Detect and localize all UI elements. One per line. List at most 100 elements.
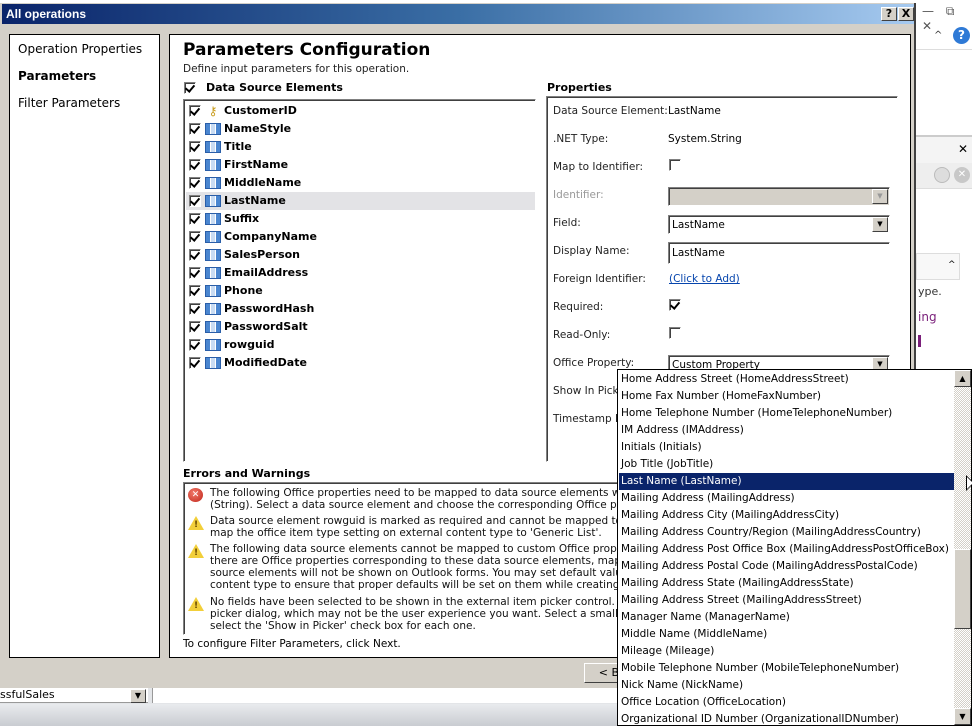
dropdown-option[interactable]: Mailing Address Post Office Box (Mailing… bbox=[619, 541, 955, 558]
dropdown-option[interactable]: Mileage (Mileage) bbox=[619, 643, 955, 660]
column-icon bbox=[205, 249, 221, 261]
background-text: ype. bbox=[918, 285, 942, 298]
page-description: Define input parameters for this operati… bbox=[183, 63, 410, 75]
element-checkbox[interactable] bbox=[189, 267, 201, 279]
data-source-element-row[interactable]: SalesPerson bbox=[186, 246, 535, 264]
column-icon bbox=[205, 339, 221, 351]
add-foreign-identifier-link[interactable]: (Click to Add) bbox=[669, 273, 740, 285]
nav-item-filter-parameters[interactable]: Filter Parameters bbox=[18, 96, 120, 110]
identifier-label: Identifier: bbox=[553, 189, 604, 201]
scroll-down-icon[interactable]: ▼ bbox=[954, 708, 971, 725]
column-icon bbox=[205, 195, 221, 207]
field-combo[interactable]: LastName ▼ bbox=[668, 215, 890, 234]
data-source-elements-label: Data Source Elements bbox=[206, 81, 343, 94]
data-source-elements-list[interactable]: ⚷ CustomerID NameStyle Title FirstName Middle… bbox=[183, 99, 536, 462]
net-type-label: .NET Type: bbox=[553, 133, 609, 145]
read-only-checkbox[interactable] bbox=[669, 327, 681, 339]
data-source-element-row[interactable]: LastName bbox=[186, 192, 535, 210]
stop-icon[interactable]: ✕ bbox=[954, 167, 970, 183]
dropdown-option[interactable]: Last Name (LastName) bbox=[619, 473, 955, 490]
chevron-down-icon[interactable]: ▼ bbox=[872, 217, 888, 232]
element-checkbox[interactable] bbox=[189, 195, 201, 207]
element-label: CustomerID bbox=[224, 104, 297, 117]
data-source-element-row[interactable]: FirstName bbox=[186, 156, 535, 174]
data-source-element-row[interactable]: CompanyName bbox=[186, 228, 535, 246]
dropdown-option[interactable]: Home Fax Number (HomeFaxNumber) bbox=[619, 388, 955, 405]
data-source-element-row[interactable]: PasswordHash bbox=[186, 300, 535, 318]
dropdown-option[interactable]: Office Location (OfficeLocation) bbox=[619, 694, 955, 711]
office-property-dropdown[interactable]: Organizational ID Number (Organizational… bbox=[617, 369, 972, 726]
dropdown-option[interactable]: Nick Name (NickName) bbox=[619, 677, 955, 694]
nav-item-parameters[interactable]: Parameters bbox=[18, 69, 96, 83]
element-checkbox[interactable] bbox=[189, 303, 201, 315]
dropdown-option[interactable]: Home Address Street (HomeAddressStreet) bbox=[619, 371, 955, 388]
dropdown-option[interactable]: Manager Name (ManagerName) bbox=[619, 609, 955, 626]
element-checkbox[interactable] bbox=[189, 231, 201, 243]
dropdown-option[interactable]: Mailing Address (MailingAddress) bbox=[619, 490, 955, 507]
close-button[interactable]: X bbox=[898, 7, 914, 21]
dropdown-option[interactable]: Initials (Initials) bbox=[619, 439, 955, 456]
element-checkbox[interactable] bbox=[189, 123, 201, 135]
column-icon bbox=[205, 159, 221, 171]
element-checkbox[interactable] bbox=[189, 177, 201, 189]
data-source-element-row[interactable]: PasswordSalt bbox=[186, 318, 535, 336]
data-source-element-row[interactable]: MiddleName bbox=[186, 174, 535, 192]
background-link[interactable]: ing bbox=[918, 310, 937, 324]
dropdown-scrollbar[interactable]: ▲ ▼ bbox=[954, 370, 971, 725]
element-checkbox[interactable] bbox=[189, 105, 201, 117]
data-source-element-row[interactable]: Title bbox=[186, 138, 535, 156]
chevron-down-icon[interactable]: ▼ bbox=[130, 689, 146, 703]
chevron-down-icon: ▼ bbox=[872, 189, 888, 204]
nav-item-operation-properties[interactable]: Operation Properties bbox=[18, 42, 142, 56]
help-icon[interactable]: ? bbox=[953, 27, 970, 44]
refresh-icon[interactable] bbox=[934, 167, 950, 183]
scroll-up-icon[interactable]: ▲ bbox=[954, 370, 971, 387]
background-combo[interactable]: ssfulSales bbox=[0, 688, 148, 703]
data-source-element-row[interactable]: ⚷ CustomerID bbox=[186, 102, 535, 120]
element-checkbox[interactable] bbox=[189, 357, 201, 369]
dropdown-option[interactable]: Organizational ID Number (Organizational… bbox=[619, 711, 955, 725]
office-property-label: Office Property: bbox=[553, 357, 635, 369]
dropdown-option[interactable]: Mailing Address Country/Region (MailingA… bbox=[619, 524, 955, 541]
close-pane-icon[interactable]: ✕ bbox=[958, 142, 968, 156]
element-checkbox[interactable] bbox=[189, 213, 201, 225]
element-checkbox[interactable] bbox=[189, 321, 201, 333]
dropdown-option[interactable]: Job Title (JobTitle) bbox=[619, 456, 955, 473]
help-button[interactable]: ? bbox=[881, 7, 897, 21]
map-to-identifier-checkbox[interactable] bbox=[669, 159, 681, 171]
dropdown-option[interactable]: Middle Name (MiddleName) bbox=[619, 626, 955, 643]
select-all-checkbox[interactable] bbox=[184, 82, 196, 94]
dropdown-option[interactable]: Mailing Address State (MailingAddressSta… bbox=[619, 575, 955, 592]
data-source-element-row[interactable]: ModifiedDate bbox=[186, 354, 535, 372]
dropdown-option[interactable]: Mailing Address Street (MailingAddressSt… bbox=[619, 592, 955, 609]
column-icon bbox=[205, 141, 221, 153]
display-name-input[interactable]: LastName bbox=[668, 242, 890, 264]
data-source-element-row[interactable]: rowguid bbox=[186, 336, 535, 354]
dropdown-option[interactable]: Mailing Address Postal Code (MailingAddr… bbox=[619, 558, 955, 575]
dropdown-option[interactable]: Mobile Telephone Number (MobileTelephone… bbox=[619, 660, 955, 677]
errors-warnings-title: Errors and Warnings bbox=[183, 467, 311, 480]
element-label: Phone bbox=[224, 284, 263, 297]
data-source-element-row[interactable]: Suffix bbox=[186, 210, 535, 228]
dropdown-option[interactable]: Home Telephone Number (HomeTelephoneNumb… bbox=[619, 405, 955, 422]
element-checkbox[interactable] bbox=[189, 285, 201, 297]
element-checkbox[interactable] bbox=[189, 159, 201, 171]
identifier-combo: ▼ bbox=[668, 187, 890, 206]
scrollbar-thumb[interactable] bbox=[954, 549, 971, 629]
collapse-ribbon-icon[interactable]: ^ bbox=[934, 30, 942, 41]
element-checkbox[interactable] bbox=[189, 339, 201, 351]
data-source-element-row[interactable]: NameStyle bbox=[186, 120, 535, 138]
element-checkbox[interactable] bbox=[189, 141, 201, 153]
column-icon bbox=[205, 123, 221, 135]
key-icon: ⚷ bbox=[208, 104, 218, 118]
data-source-element-row[interactable]: Phone bbox=[186, 282, 535, 300]
map-to-identifier-label: Map to Identifier: bbox=[553, 161, 644, 173]
element-checkbox[interactable] bbox=[189, 249, 201, 261]
required-checkbox[interactable] bbox=[669, 299, 681, 311]
column-icon bbox=[205, 357, 221, 369]
dropdown-option[interactable]: Mailing Address City (MailingAddressCity… bbox=[619, 507, 955, 524]
dialog-titlebar[interactable]: All operations ? X bbox=[2, 4, 914, 24]
chevron-up-icon[interactable]: ^ bbox=[948, 260, 956, 270]
data-source-element-row[interactable]: EmailAddress bbox=[186, 264, 535, 282]
dropdown-option[interactable]: IM Address (IMAddress) bbox=[619, 422, 955, 439]
